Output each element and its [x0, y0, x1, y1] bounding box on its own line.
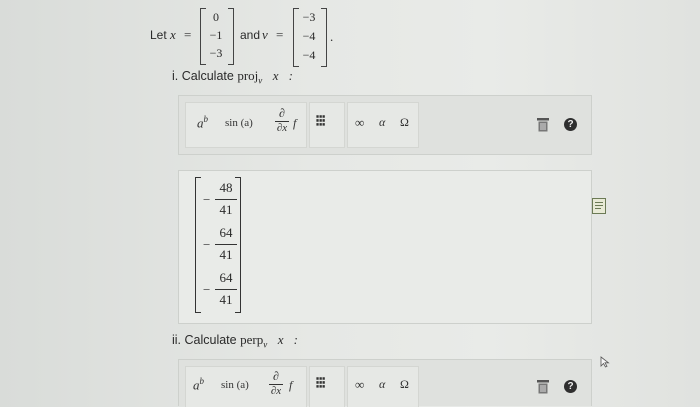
help-icon-2[interactable]: ?	[564, 380, 577, 393]
perp-operator: perp	[240, 332, 264, 347]
help-icon[interactable]: ?	[564, 118, 577, 131]
mouse-cursor-icon	[600, 356, 610, 371]
entry-2-fraction-bar	[215, 244, 237, 245]
answer-matrix[interactable]: − 48 41 − 64 41 − 64 41	[195, 177, 241, 313]
perp-subscript: v⃗	[263, 339, 275, 350]
v-vector-entry-3: −4	[302, 48, 316, 62]
trash-icon[interactable]	[537, 118, 549, 132]
proj-operator: proj	[237, 68, 259, 83]
matrix-button-2[interactable]: ⁝⁝⁝	[315, 373, 326, 393]
omega-button-2[interactable]: Ω	[400, 377, 409, 392]
power-button-2[interactable]: ab	[193, 376, 204, 393]
infinity-button-2[interactable]: ∞	[355, 377, 364, 393]
perp-argument: x⃗:	[277, 332, 298, 347]
v-vector-entry-2: −4	[302, 29, 316, 43]
x-vector-entry-3: −3	[209, 46, 223, 60]
entry-3-sign: −	[203, 282, 211, 297]
x-vector-entry-2: −1	[209, 28, 223, 42]
period: .	[330, 29, 334, 44]
matrix-entry-1[interactable]: − 48 41	[203, 180, 239, 220]
v-vector-right-bracket	[321, 8, 327, 67]
proj-argument: x⃗:	[272, 68, 293, 83]
entry-2-numerator: 64	[219, 225, 233, 240]
entry-1-numerator: 48	[219, 180, 233, 195]
x-vector-entry-1: 0	[213, 10, 219, 24]
sin-button-2[interactable]: sin (a)	[221, 379, 249, 391]
part-2-label: ii. Calculate	[172, 333, 237, 347]
deriv-denominator: ∂x	[275, 121, 289, 134]
entry-3-denominator: 41	[219, 292, 233, 307]
part-2-prompt: ii. Calculate perpv⃗ x⃗:	[172, 332, 298, 350]
entry-2-denominator: 41	[219, 247, 233, 262]
entry-3-fraction-bar	[215, 289, 237, 290]
power-button[interactable]: ab	[197, 114, 208, 131]
deriv-denominator-2: ∂x	[269, 384, 283, 397]
sin-button[interactable]: sin (a)	[225, 117, 253, 129]
proj-subscript: v⃗	[258, 75, 270, 86]
math-toolbar-1: ab sin (a) ∂ ∂x f ⁝⁝⁝ ∞ α Ω ?	[178, 95, 592, 155]
power-exponent-2: b	[199, 376, 205, 386]
entry-3-numerator: 64	[219, 270, 233, 285]
equals-sign-2: =	[276, 27, 284, 42]
entry-1-denominator: 41	[219, 202, 233, 217]
matrix-entry-3[interactable]: − 64 41	[203, 270, 239, 310]
power-exponent: b	[203, 114, 209, 124]
deriv-f: f	[293, 116, 297, 130]
document-edit-icon[interactable]	[592, 198, 606, 214]
answer-input-area[interactable]: − 48 41 − 64 41 − 64 41	[178, 170, 592, 324]
entry-1-sign: −	[203, 192, 211, 207]
partial-derivative-button-2[interactable]: ∂ ∂x	[269, 369, 283, 397]
trash-icon-2[interactable]	[537, 380, 549, 394]
matrix-entry-2[interactable]: − 64 41	[203, 225, 239, 265]
entry-2-sign: −	[203, 237, 211, 252]
deriv-f-2: f	[289, 378, 293, 392]
math-toolbar-2: ab sin (a) ∂ ∂x f ⁝⁝⁝ ∞ α Ω ?	[178, 359, 592, 407]
equals-sign: =	[184, 27, 192, 42]
v-vector-entry-1: −3	[302, 10, 316, 24]
let-label: Let	[150, 28, 167, 42]
deriv-numerator: ∂	[279, 106, 285, 120]
deriv-numerator-2: ∂	[273, 369, 279, 383]
matrix-left-bracket	[195, 177, 201, 313]
matrix-button[interactable]: ⁝⁝⁝	[315, 111, 326, 131]
part-1-label: i. Calculate	[172, 69, 234, 83]
entry-1-fraction-bar	[215, 199, 237, 200]
and-label: and	[240, 28, 261, 42]
omega-button[interactable]: Ω	[400, 115, 409, 130]
part-1-prompt: i. Calculate projv⃗ x⃗:	[172, 68, 293, 86]
alpha-button-2[interactable]: α	[379, 377, 385, 392]
infinity-button[interactable]: ∞	[355, 115, 364, 131]
alpha-button[interactable]: α	[379, 115, 385, 130]
partial-derivative-button[interactable]: ∂ ∂x	[275, 106, 289, 134]
x-vector-right-bracket	[228, 8, 234, 65]
